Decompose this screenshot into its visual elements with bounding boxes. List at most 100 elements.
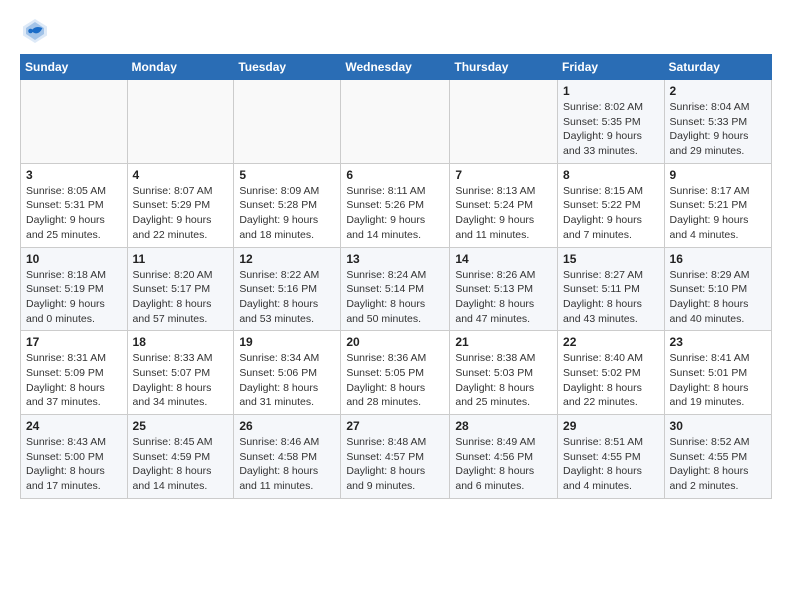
calendar-cell: 28Sunrise: 8:49 AM Sunset: 4:56 PM Dayli… (450, 415, 558, 499)
day-number: 24 (26, 419, 122, 433)
day-info: Sunrise: 8:20 AM Sunset: 5:17 PM Dayligh… (133, 268, 229, 327)
calendar-cell: 7 Sunrise: 8:13 AM Sunset: 5:24 PM Daylig… (450, 163, 558, 247)
day-info: Sunrise: 8:09 AM Sunset: 5:28 PM Dayligh… (239, 184, 335, 243)
day-number: 27 (346, 419, 444, 433)
week-row-4: 17 Sunrise: 8:31 AM Sunset: 5:09 PM Dayli… (21, 331, 772, 415)
day-info: Sunrise: 8:48 AM Sunset: 4:57 PM Dayligh… (346, 435, 444, 494)
weekday-header-sunday: Sunday (21, 55, 128, 80)
calendar-cell: 5 Sunrise: 8:09 AM Sunset: 5:28 PM Daylig… (234, 163, 341, 247)
weekday-header-wednesday: Wednesday (341, 55, 450, 80)
calendar-cell: 6Sunrise: 8:11 AM Sunset: 5:26 PM Daylig… (341, 163, 450, 247)
calendar-cell: 14 Sunrise: 8:26 AM Sunset: 5:13 PM Dayli… (450, 247, 558, 331)
calendar-cell (234, 80, 341, 164)
day-info: Sunrise: 8:43 AM Sunset: 5:00 PM Dayligh… (26, 435, 122, 494)
day-number: 30 (670, 419, 766, 433)
day-info: Sunrise: 8:29 AM Sunset: 5:10 PM Dayligh… (670, 268, 766, 327)
calendar-cell: 29 Sunrise: 8:51 AM Sunset: 4:55 PM Dayli… (558, 415, 665, 499)
day-number: 18 (133, 335, 229, 349)
calendar-cell (450, 80, 558, 164)
week-row-1: 1 Sunrise: 8:02 AM Sunset: 5:35 PM Daylig… (21, 80, 772, 164)
calendar-cell: 20 Sunrise: 8:36 AM Sunset: 5:05 PM Dayli… (341, 331, 450, 415)
day-info: Sunrise: 8:22 AM Sunset: 5:16 PM Dayligh… (239, 268, 335, 327)
day-info: Sunrise: 8:40 AM Sunset: 5:02 PM Dayligh… (563, 351, 659, 410)
day-number: 3 (26, 168, 122, 182)
day-info: Sunrise: 8:02 AM Sunset: 5:35 PM Dayligh… (563, 100, 659, 159)
calendar-cell: 10 Sunrise: 8:18 AM Sunset: 5:19 PM Dayli… (21, 247, 128, 331)
day-number: 9 (670, 168, 766, 182)
calendar-cell: 3Sunrise: 8:05 AM Sunset: 5:31 PM Daylig… (21, 163, 128, 247)
day-info: Sunrise: 8:41 AM Sunset: 5:01 PM Dayligh… (670, 351, 766, 410)
day-info: Sunrise: 8:17 AM Sunset: 5:21 PM Dayligh… (670, 184, 766, 243)
calendar-cell: 15 Sunrise: 8:27 AM Sunset: 5:11 PM Dayli… (558, 247, 665, 331)
day-number: 17 (26, 335, 122, 349)
day-number: 10 (26, 252, 122, 266)
weekday-header-thursday: Thursday (450, 55, 558, 80)
day-number: 21 (455, 335, 552, 349)
day-info: Sunrise: 8:51 AM Sunset: 4:55 PM Dayligh… (563, 435, 659, 494)
week-row-2: 3Sunrise: 8:05 AM Sunset: 5:31 PM Daylig… (21, 163, 772, 247)
calendar-cell: 27 Sunrise: 8:48 AM Sunset: 4:57 PM Dayli… (341, 415, 450, 499)
day-info: Sunrise: 8:34 AM Sunset: 5:06 PM Dayligh… (239, 351, 335, 410)
day-number: 8 (563, 168, 659, 182)
calendar-cell (341, 80, 450, 164)
weekday-header-tuesday: Tuesday (234, 55, 341, 80)
day-number: 7 (455, 168, 552, 182)
day-number: 19 (239, 335, 335, 349)
calendar-table: SundayMondayTuesdayWednesdayThursdayFrid… (20, 54, 772, 499)
day-info: Sunrise: 8:31 AM Sunset: 5:09 PM Dayligh… (26, 351, 122, 410)
calendar-cell: 22 Sunrise: 8:40 AM Sunset: 5:02 PM Dayli… (558, 331, 665, 415)
header (20, 16, 772, 46)
day-number: 16 (670, 252, 766, 266)
day-number: 11 (133, 252, 229, 266)
calendar-cell: 25 Sunrise: 8:45 AM Sunset: 4:59 PM Dayli… (127, 415, 234, 499)
day-number: 15 (563, 252, 659, 266)
day-info: Sunrise: 8:15 AM Sunset: 5:22 PM Dayligh… (563, 184, 659, 243)
calendar-cell: 24 Sunrise: 8:43 AM Sunset: 5:00 PM Dayli… (21, 415, 128, 499)
day-info: Sunrise: 8:49 AM Sunset: 4:56 PM Dayligh… (455, 435, 552, 494)
week-row-3: 10 Sunrise: 8:18 AM Sunset: 5:19 PM Dayli… (21, 247, 772, 331)
day-info: Sunrise: 8:46 AM Sunset: 4:58 PM Dayligh… (239, 435, 335, 494)
day-number: 1 (563, 84, 659, 98)
calendar-cell (127, 80, 234, 164)
day-number: 4 (133, 168, 229, 182)
calendar-cell: 18 Sunrise: 8:33 AM Sunset: 5:07 PM Dayli… (127, 331, 234, 415)
day-number: 20 (346, 335, 444, 349)
calendar-cell: 2 Sunrise: 8:04 AM Sunset: 5:33 PM Daylig… (664, 80, 771, 164)
day-info: Sunrise: 8:45 AM Sunset: 4:59 PM Dayligh… (133, 435, 229, 494)
day-number: 26 (239, 419, 335, 433)
calendar-cell: 30Sunrise: 8:52 AM Sunset: 4:55 PM Dayli… (664, 415, 771, 499)
day-number: 23 (670, 335, 766, 349)
day-number: 14 (455, 252, 552, 266)
day-info: Sunrise: 8:04 AM Sunset: 5:33 PM Dayligh… (670, 100, 766, 159)
logo-icon (20, 16, 50, 46)
calendar-cell: 13Sunrise: 8:24 AM Sunset: 5:14 PM Dayli… (341, 247, 450, 331)
calendar-cell: 16 Sunrise: 8:29 AM Sunset: 5:10 PM Dayli… (664, 247, 771, 331)
day-info: Sunrise: 8:38 AM Sunset: 5:03 PM Dayligh… (455, 351, 552, 410)
day-info: Sunrise: 8:26 AM Sunset: 5:13 PM Dayligh… (455, 268, 552, 327)
calendar-cell: 9 Sunrise: 8:17 AM Sunset: 5:21 PM Daylig… (664, 163, 771, 247)
weekday-header-saturday: Saturday (664, 55, 771, 80)
day-number: 25 (133, 419, 229, 433)
day-number: 2 (670, 84, 766, 98)
calendar-cell: 26 Sunrise: 8:46 AM Sunset: 4:58 PM Dayli… (234, 415, 341, 499)
day-info: Sunrise: 8:36 AM Sunset: 5:05 PM Dayligh… (346, 351, 444, 410)
day-number: 22 (563, 335, 659, 349)
day-info: Sunrise: 8:13 AM Sunset: 5:24 PM Dayligh… (455, 184, 552, 243)
calendar-cell: 23 Sunrise: 8:41 AM Sunset: 5:01 PM Dayli… (664, 331, 771, 415)
day-info: Sunrise: 8:11 AM Sunset: 5:26 PM Dayligh… (346, 184, 444, 243)
day-info: Sunrise: 8:18 AM Sunset: 5:19 PM Dayligh… (26, 268, 122, 327)
day-info: Sunrise: 8:07 AM Sunset: 5:29 PM Dayligh… (133, 184, 229, 243)
day-number: 29 (563, 419, 659, 433)
calendar-cell: 8 Sunrise: 8:15 AM Sunset: 5:22 PM Daylig… (558, 163, 665, 247)
day-info: Sunrise: 8:33 AM Sunset: 5:07 PM Dayligh… (133, 351, 229, 410)
day-info: Sunrise: 8:27 AM Sunset: 5:11 PM Dayligh… (563, 268, 659, 327)
calendar-cell: 11 Sunrise: 8:20 AM Sunset: 5:17 PM Dayli… (127, 247, 234, 331)
weekday-header-monday: Monday (127, 55, 234, 80)
week-row-5: 24 Sunrise: 8:43 AM Sunset: 5:00 PM Dayli… (21, 415, 772, 499)
calendar-cell: 4 Sunrise: 8:07 AM Sunset: 5:29 PM Daylig… (127, 163, 234, 247)
weekday-header-friday: Friday (558, 55, 665, 80)
page: SundayMondayTuesdayWednesdayThursdayFrid… (0, 0, 792, 515)
calendar-cell (21, 80, 128, 164)
day-number: 12 (239, 252, 335, 266)
day-number: 5 (239, 168, 335, 182)
